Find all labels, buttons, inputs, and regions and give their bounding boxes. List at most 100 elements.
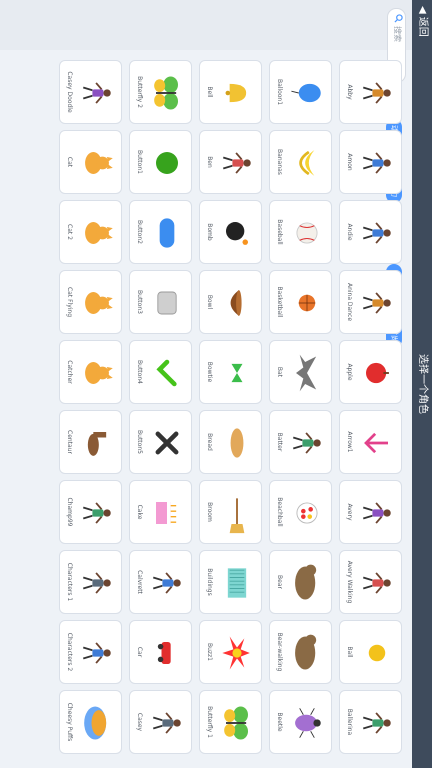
sprite-name: Bear xyxy=(276,575,283,589)
sprite-name: Beetle xyxy=(276,712,283,732)
sprite-name: Bomb xyxy=(206,223,213,241)
sprite-thumbnail xyxy=(359,629,395,677)
sprite-card[interactable]: Characters 1 xyxy=(59,550,122,614)
sprite-card[interactable]: Baseball xyxy=(269,200,332,264)
sprite-name: Cat Flying xyxy=(66,286,73,318)
sprite-card[interactable]: Bat xyxy=(269,340,332,404)
sprite-thumbnail xyxy=(359,419,395,467)
sprite-thumbnail xyxy=(289,69,325,117)
sprite-card[interactable]: Ben xyxy=(199,130,262,194)
sprite-card[interactable]: Bowl xyxy=(199,270,262,334)
search-placeholder: 搜索 xyxy=(393,26,402,42)
sprite-card[interactable]: Button5 xyxy=(129,410,192,474)
sprite-name: Butterfly 1 xyxy=(206,706,213,738)
sprite-thumbnail xyxy=(149,629,185,677)
sprite-card[interactable]: Cat xyxy=(59,130,122,194)
sprite-thumbnail xyxy=(289,559,325,607)
sprite-name: Cat 2 xyxy=(66,224,73,240)
sprite-name: Cheesy Puffs xyxy=(66,702,73,742)
sprite-card[interactable]: Button2 xyxy=(129,200,192,264)
sprite-card[interactable]: Bomb xyxy=(199,200,262,264)
sprite-card[interactable]: Bell xyxy=(199,60,262,124)
sprite-card[interactable]: Calvrett xyxy=(129,550,192,614)
sprite-card[interactable]: Catcher xyxy=(59,340,122,404)
sprite-name: Car xyxy=(136,646,143,658)
sprite-card[interactable]: Amon xyxy=(339,130,402,194)
sprite-card[interactable]: Bananas xyxy=(269,130,332,194)
sprite-card[interactable]: Apple xyxy=(339,340,402,404)
sprite-card[interactable]: Abby xyxy=(339,60,402,124)
sprite-thumbnail xyxy=(149,349,185,397)
sprite-thumbnail xyxy=(149,209,185,257)
sprite-card[interactable]: Bowtie xyxy=(199,340,262,404)
sprite-thumbnail xyxy=(219,209,255,257)
sprite-name: Button1 xyxy=(136,150,143,174)
sprite-card[interactable]: Beachball xyxy=(269,480,332,544)
sprite-name: Amon xyxy=(346,153,353,171)
sprite-card[interactable]: Button3 xyxy=(129,270,192,334)
sprite-card[interactable]: Casey xyxy=(129,690,192,754)
sprite-card[interactable]: Bread xyxy=(199,410,262,474)
sprite-thumbnail xyxy=(219,629,255,677)
sprite-card[interactable]: Ballerina xyxy=(339,690,402,754)
sprite-name: Arrow1 xyxy=(346,431,353,453)
sprite-card[interactable]: Cheesy Puffs xyxy=(59,690,122,754)
sprite-card[interactable]: Beetle xyxy=(269,690,332,754)
sprite-thumbnail xyxy=(289,139,325,187)
sprite-card[interactable]: Anina Dance xyxy=(339,270,402,334)
sprite-card[interactable]: Basketball xyxy=(269,270,332,334)
sprite-card[interactable]: Casey Doodle xyxy=(59,60,122,124)
sprite-thumbnail xyxy=(359,699,395,747)
sprite-card[interactable]: Butterfly 2 xyxy=(129,60,192,124)
sprite-card[interactable]: Avery Walking xyxy=(339,550,402,614)
sprite-card[interactable]: Batter xyxy=(269,410,332,474)
sprite-card[interactable]: Cat Flying xyxy=(59,270,122,334)
sprite-name: Characters 2 xyxy=(66,632,73,672)
sprite-name: Calvrett xyxy=(136,570,143,594)
sprite-thumbnail xyxy=(359,349,395,397)
sprite-card[interactable]: Butterfly 1 xyxy=(199,690,262,754)
sprite-thumbnail xyxy=(289,699,325,747)
sprite-name: Cake xyxy=(136,504,143,520)
sprite-card[interactable]: Avery xyxy=(339,480,402,544)
sprite-card[interactable]: Characters 2 xyxy=(59,620,122,684)
sprite-card[interactable]: Bear-walking xyxy=(269,620,332,684)
sprite-card[interactable]: Cake xyxy=(129,480,192,544)
sprite-name: Bear-walking xyxy=(276,632,283,672)
sprite-grid: Abby Amon Andie Anina Dance Apple Arrow1 Avery… xyxy=(0,50,412,768)
sprite-card[interactable]: Andie xyxy=(339,200,402,264)
sprite-thumbnail xyxy=(79,209,115,257)
sprite-card[interactable]: Arrow1 xyxy=(339,410,402,474)
sprite-thumbnail xyxy=(289,349,325,397)
sprite-card[interactable]: Car xyxy=(129,620,192,684)
sprite-thumbnail xyxy=(79,419,115,467)
sprite-name: Centaur xyxy=(66,430,73,454)
sprite-library-screen: ◀返回 选择一个角色 搜索 所有动物人物奇幻舞蹈音乐运动食物时尚字母 AbbyA… xyxy=(0,0,432,768)
sprite-thumbnail xyxy=(219,419,255,467)
sprite-card[interactable]: Button4 xyxy=(129,340,192,404)
sprite-name: Casey Doodle xyxy=(66,71,73,113)
sprite-name: Bread xyxy=(206,433,213,451)
sprite-card[interactable]: Buildings xyxy=(199,550,262,614)
sprite-card[interactable]: Champ99 xyxy=(59,480,122,544)
sprite-name: Champ99 xyxy=(66,497,73,527)
sprite-card[interactable]: Buzz1 xyxy=(199,620,262,684)
sprite-thumbnail xyxy=(149,69,185,117)
sprite-card[interactable]: Button1 xyxy=(129,130,192,194)
sprite-card[interactable]: Ball xyxy=(339,620,402,684)
sprite-thumbnail xyxy=(359,209,395,257)
sprite-thumbnail xyxy=(359,559,395,607)
sprite-card[interactable]: Broom xyxy=(199,480,262,544)
sprite-name: Apple xyxy=(346,363,353,381)
sprite-name: Andie xyxy=(346,223,353,241)
sprite-card[interactable]: Cat 2 xyxy=(59,200,122,264)
search-icon xyxy=(394,14,403,23)
sprite-name: Buzz1 xyxy=(206,642,213,662)
sprite-thumbnail xyxy=(149,489,185,537)
sprite-name: Balloon1 xyxy=(276,78,283,106)
sprite-card[interactable]: Bear xyxy=(269,550,332,614)
sprite-card[interactable]: Balloon1 xyxy=(269,60,332,124)
sprite-thumbnail xyxy=(149,419,185,467)
sprite-thumbnail xyxy=(219,139,255,187)
sprite-card[interactable]: Centaur xyxy=(59,410,122,474)
